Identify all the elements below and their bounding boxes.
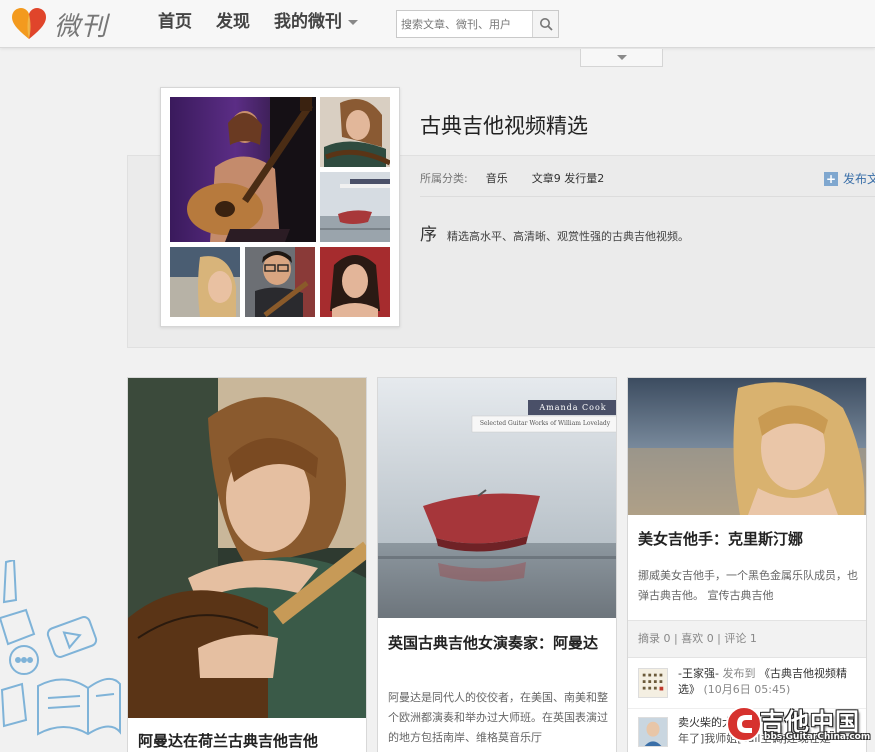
search-button[interactable]	[532, 11, 558, 37]
cover-image-portrait-thinking	[320, 97, 390, 167]
magazine-title: 古典吉他视频精选	[420, 114, 588, 138]
nav-discover[interactable]: 发现	[216, 10, 250, 34]
chevron-down-icon	[616, 55, 627, 60]
avatar[interactable]	[638, 717, 668, 747]
expand-header-toggle[interactable]	[580, 49, 663, 67]
magazine-cover-collage[interactable]	[160, 87, 400, 327]
activity-date: (10月6日 05:45)	[703, 683, 791, 696]
search-box	[396, 10, 559, 38]
article-excerpt: 阿曼达是同代人的佼佼者，在美国、南美和整个欧洲都演奏和举办过大师班。在英国表演过…	[388, 691, 608, 744]
watermark-url: bbs.GuitarChina.com	[764, 732, 871, 742]
article-stats: 摘录 0 | 喜欢 0 | 评论 1	[628, 620, 866, 658]
nav-my-magazines[interactable]: 我的微刊	[274, 10, 358, 34]
magazine-intro: 序 精选高水平、高清晰、观赏性强的古典吉他视频。	[420, 220, 689, 245]
cover-image-blonde-portrait	[170, 247, 240, 317]
chevron-down-icon	[348, 20, 358, 25]
divider	[420, 196, 875, 197]
article-image-kristina-portrait	[628, 378, 866, 515]
intro-text: 精选高水平、高清晰、观赏性强的古典吉他视频。	[447, 230, 689, 243]
magazine-meta: 所属分类: 音乐 文章9 发行量2	[420, 170, 604, 186]
plus-icon: +	[824, 171, 838, 186]
activity-user[interactable]: -王家强-	[678, 667, 719, 680]
publish-article-button[interactable]: + 发布文	[824, 170, 875, 187]
top-navigation-bar: 微刊 首页 发现 我的微刊	[0, 0, 875, 48]
activity-text: -王家强- 发布到 《古典吉他视频精选》 (10月6日 05:45)	[678, 666, 858, 698]
nav-home[interactable]: 首页	[158, 10, 192, 34]
heart-logo-icon[interactable]	[10, 6, 48, 42]
cover-image-woman-red	[320, 247, 390, 317]
activity-verb: 发布到	[722, 667, 756, 680]
publish-label: 发布文	[843, 172, 875, 186]
site-watermark: 吉他中国 bbs.GuitarChina.com	[724, 702, 870, 748]
album-subtitle: Selected Guitar Works of William Lovelad…	[479, 420, 611, 427]
category-label: 所属分类:	[420, 172, 468, 185]
guitar-logo-icon	[726, 706, 762, 742]
cover-image-boy-guitarist	[245, 247, 315, 317]
article-card[interactable]: 阿曼达在荷兰古典吉他吉他	[127, 377, 367, 752]
search-input[interactable]	[397, 11, 531, 37]
search-icon	[539, 18, 553, 31]
category-value[interactable]: 音乐	[486, 170, 508, 186]
activity-item: -王家强- 发布到 《古典吉他视频精选》 (10月6日 05:45)	[628, 664, 866, 704]
cover-image-guitarist-stage	[170, 97, 316, 242]
nav-my-magazines-label: 我的微刊	[274, 12, 342, 32]
album-artist-name: Amanda Cook	[539, 403, 607, 412]
avatar[interactable]	[638, 668, 668, 698]
article-title[interactable]: 美女吉他手：克里斯汀娜	[638, 528, 860, 550]
article-card[interactable]: Amanda Cook Selected Guitar Works of Wil…	[377, 377, 617, 752]
article-image-amanda-guitar	[128, 378, 366, 718]
main-nav: 首页 发现 我的微刊	[158, 10, 382, 34]
article-title[interactable]: 阿曼达在荷兰古典吉他吉他	[138, 730, 360, 752]
article-card[interactable]: 美女吉他手：克里斯汀娜 挪威美女吉他手，一个黑色金属乐队成员，也弹古典吉他。 宣…	[627, 377, 867, 752]
magazine-stats: 文章9 发行量2	[531, 172, 605, 185]
article-excerpt: 挪威美女吉他手，一个黑色金属乐队成员，也弹古典吉他。 宣传古典吉他	[638, 569, 858, 602]
brand-name[interactable]: 微刊	[54, 6, 108, 43]
intro-label: 序	[420, 225, 437, 245]
article-title[interactable]: 英国古典吉他女演奏家：阿曼达	[388, 632, 608, 654]
decorative-doodle-icon	[0, 560, 121, 736]
cover-image-boat-album	[320, 172, 390, 242]
